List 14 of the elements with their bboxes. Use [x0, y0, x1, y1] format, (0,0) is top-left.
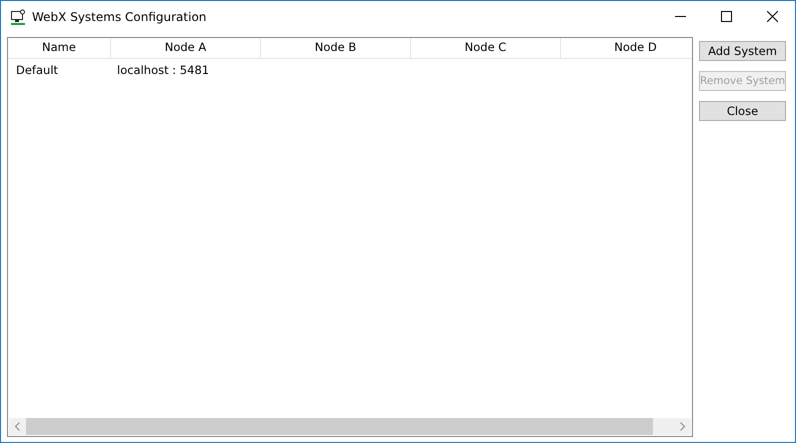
add-system-button[interactable]: Add System: [699, 41, 786, 61]
table-cell-text: localhost : 5481: [116, 63, 210, 77]
scroll-right-icon[interactable]: [680, 422, 685, 431]
close-button[interactable]: Close: [699, 101, 786, 121]
column-header[interactable]: Node C: [411, 38, 561, 58]
scroll-left-icon[interactable]: [15, 422, 20, 431]
column-header[interactable]: Node B: [261, 38, 411, 58]
monitor-icon: [10, 8, 26, 24]
maximize-icon: [720, 11, 732, 22]
close-icon: [766, 11, 778, 22]
window-title: WebX Systems Configuration: [32, 10, 206, 24]
column-header[interactable]: Name: [8, 38, 111, 58]
table-cell-text: Default: [15, 63, 60, 77]
column-header[interactable]: Node A: [111, 38, 261, 58]
